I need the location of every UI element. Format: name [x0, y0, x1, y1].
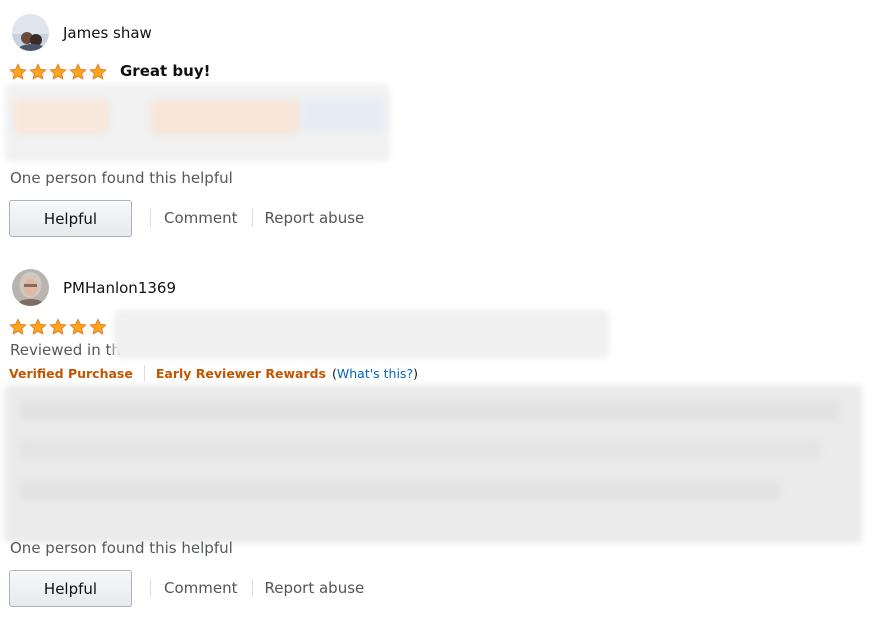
redacted-content: [300, 98, 385, 132]
helpful-count: One person found this helpful: [10, 169, 233, 187]
star-rating[interactable]: [9, 318, 107, 336]
avatar-photo: [12, 14, 49, 51]
divider: [251, 579, 253, 597]
star-icon: [9, 318, 27, 335]
review-actions: Comment Report abuse: [150, 209, 364, 227]
star-icon: [69, 318, 87, 335]
early-reviewer-badge: Early Reviewer Rewards: [155, 365, 326, 381]
star-icon: [29, 63, 47, 80]
helpful-count: One person found this helpful: [10, 539, 233, 557]
divider: [251, 209, 253, 227]
star-icon: [29, 318, 47, 335]
star-icon: [89, 318, 107, 335]
star-icon: [9, 63, 27, 80]
redacted-content: [114, 310, 609, 358]
review-badges: Verified Purchase Early Reviewer Rewards…: [9, 365, 418, 381]
comment-link[interactable]: Comment: [164, 579, 238, 597]
star-icon: [89, 63, 107, 80]
verified-purchase-badge: Verified Purchase: [9, 365, 133, 381]
redacted-content: [20, 400, 840, 420]
redacted-content: [150, 100, 300, 134]
paren-close: ): [413, 365, 418, 381]
helpful-button[interactable]: Helpful: [9, 200, 132, 237]
star-icon: [49, 318, 67, 335]
divider: [150, 579, 151, 597]
avatar-photo: [12, 269, 49, 306]
report-abuse-link[interactable]: Report abuse: [265, 209, 365, 227]
whats-this-group: (What's this?): [332, 366, 418, 381]
star-rating[interactable]: [9, 63, 107, 81]
redacted-content: [20, 440, 820, 460]
review-actions: Comment Report abuse: [150, 579, 364, 597]
avatar[interactable]: [12, 269, 49, 306]
helpful-button[interactable]: Helpful: [9, 570, 132, 607]
review-date: Reviewed in th: [10, 341, 121, 359]
comment-link[interactable]: Comment: [164, 209, 238, 227]
report-abuse-link[interactable]: Report abuse: [265, 579, 365, 597]
reviewer-name[interactable]: James shaw: [63, 24, 152, 42]
whats-this-link[interactable]: What's this?: [337, 366, 413, 381]
redacted-content: [20, 480, 780, 500]
divider: [150, 209, 151, 227]
reviewer-name[interactable]: PMHanlon1369: [63, 279, 176, 297]
redacted-content: [14, 100, 109, 134]
review-title[interactable]: Great buy!: [120, 62, 210, 80]
star-icon: [69, 63, 87, 80]
avatar[interactable]: [12, 14, 49, 51]
star-icon: [49, 63, 67, 80]
divider: [143, 365, 145, 381]
